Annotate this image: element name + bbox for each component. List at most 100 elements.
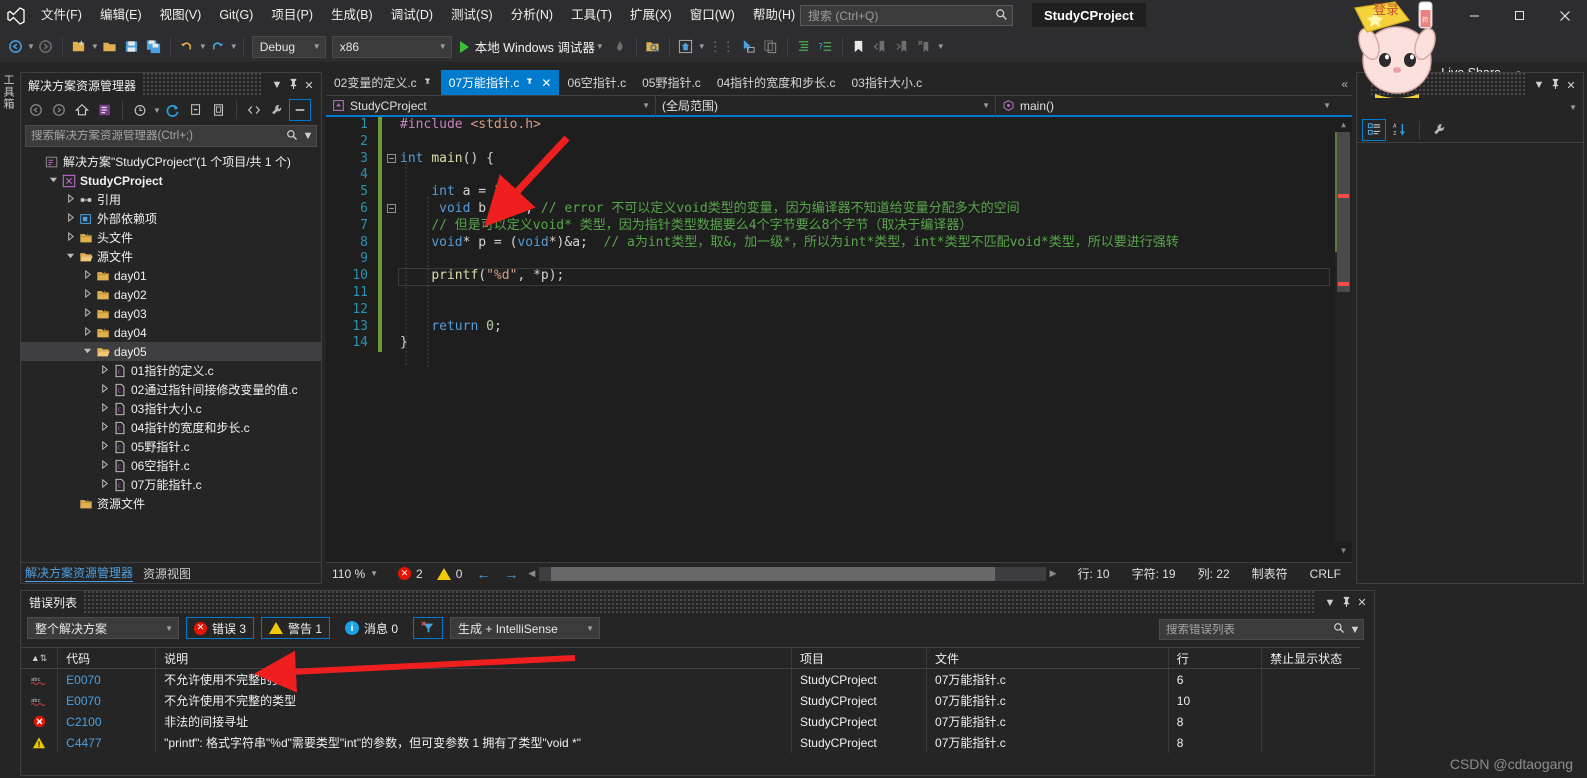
- search-options-chevron-icon[interactable]: ▼: [1347, 624, 1363, 636]
- next-issue-icon[interactable]: →: [504, 566, 518, 582]
- code-line[interactable]: return 0;: [400, 319, 1334, 336]
- hscroll-track[interactable]: [539, 566, 1046, 581]
- column-sort-indicator[interactable]: ▲⇅: [21, 648, 59, 668]
- menu-file[interactable]: 文件(F): [32, 0, 91, 31]
- se-view-code-icon[interactable]: [243, 99, 265, 121]
- error-list-search[interactable]: ▼: [1159, 619, 1364, 640]
- select-tool-icon[interactable]: [738, 35, 760, 59]
- code-line[interactable]: int a = 10;: [400, 184, 1334, 201]
- tree-item-6[interactable]: day01: [21, 266, 321, 285]
- panel-menu-chevron-icon[interactable]: ▼: [1322, 597, 1338, 609]
- tree-twisty-icon[interactable]: [63, 212, 77, 224]
- hscroll-right-arrow-icon[interactable]: ▶: [1046, 568, 1057, 579]
- tree-twisty-icon[interactable]: [80, 269, 94, 281]
- tree-item-8[interactable]: day03: [21, 304, 321, 323]
- alphabetical-icon[interactable]: AZ: [1388, 119, 1412, 141]
- se-collapse-all-icon[interactable]: [185, 99, 207, 121]
- chevron-down-icon[interactable]: ▼: [596, 42, 604, 51]
- scrollbar-thumb[interactable]: [1337, 132, 1350, 292]
- uncomment-lines-icon[interactable]: ?: [815, 35, 837, 59]
- code-line[interactable]: [400, 134, 1334, 151]
- tree-item-9[interactable]: day04: [21, 323, 321, 342]
- search-input[interactable]: [801, 8, 990, 23]
- menu-analyze[interactable]: 分析(N): [502, 0, 562, 31]
- se-home-icon[interactable]: [71, 99, 93, 121]
- menu-build[interactable]: 生成(B): [322, 0, 382, 31]
- fold-toggle[interactable]: [384, 201, 398, 218]
- se-back-icon[interactable]: [25, 99, 47, 121]
- tree-twisty-icon[interactable]: [97, 440, 111, 452]
- properties-wrench-icon[interactable]: [1427, 119, 1451, 141]
- panel-pin-icon[interactable]: [1547, 78, 1563, 92]
- tree-twisty-icon[interactable]: [80, 346, 94, 357]
- message-filter-chip[interactable]: i 消息 0: [337, 617, 406, 639]
- error-filter-chip[interactable]: ✕ 错误 3: [186, 617, 255, 639]
- editor-tab-strip[interactable]: 02变量的定义.c 07万能指针.c ✕ 06空指针.c 05野指针.c 04指针的宽度和…: [326, 70, 1352, 95]
- global-search-box[interactable]: [800, 5, 1013, 26]
- error-list-row[interactable]: C4477 "printf": 格式字符串"%d"需要类型"int"的参数，但可变…: [21, 732, 1374, 753]
- error-code[interactable]: C4477: [58, 732, 157, 753]
- code-text[interactable]: #include <stdio.h> int main() { int a = 1…: [400, 117, 1334, 352]
- editor-tab-3[interactable]: 05野指针.c: [634, 70, 709, 95]
- new-project-icon[interactable]: [68, 35, 90, 59]
- se-properties-wrench-icon[interactable]: [266, 99, 288, 121]
- start-debugging-button[interactable]: 本地 Windows 调试器 ▼: [455, 35, 609, 59]
- clear-bookmarks-icon[interactable]: [914, 35, 936, 59]
- editor-vertical-scrollbar[interactable]: ▲ ▼: [1335, 117, 1352, 558]
- comment-lines-icon[interactable]: [793, 35, 815, 59]
- error-scope-combo[interactable]: 整个解决方案 ▼: [27, 617, 179, 639]
- error-marker[interactable]: [1338, 194, 1349, 198]
- menu-help[interactable]: 帮助(H): [744, 0, 804, 31]
- tree-item-16[interactable]: C 06空指针.c: [21, 456, 321, 475]
- code-line[interactable]: }: [400, 335, 1334, 352]
- solution-explorer-search-input[interactable]: [26, 130, 284, 142]
- error-list-row[interactable]: abc E0070 不允许使用不完整的类型 StudyCProject 07万能指针.c…: [21, 690, 1374, 711]
- save-all-icon[interactable]: [143, 35, 165, 59]
- clear-filter-button[interactable]: [413, 617, 444, 639]
- error-list-vertical-scrollbar[interactable]: [1360, 647, 1374, 775]
- code-line[interactable]: [400, 285, 1334, 302]
- menu-test[interactable]: 测试(S): [442, 0, 502, 31]
- tree-twisty-icon[interactable]: [97, 478, 111, 490]
- open-file-icon[interactable]: [99, 35, 121, 59]
- error-code[interactable]: C2100: [58, 711, 157, 732]
- menu-tools[interactable]: 工具(T): [562, 0, 621, 31]
- tree-item-11[interactable]: C 01指针的定义.c: [21, 361, 321, 380]
- code-line[interactable]: int main() {: [400, 151, 1334, 168]
- se-pending-dropdown-icon[interactable]: ▼: [153, 106, 161, 115]
- tree-twisty-icon[interactable]: [97, 383, 111, 395]
- active-project-chip[interactable]: StudyCProject: [1032, 3, 1146, 27]
- editor-tab-2[interactable]: 06空指针.c: [559, 70, 634, 95]
- navbar-member-dropdown[interactable]: main() ▼: [996, 95, 1336, 117]
- hot-reload-icon[interactable]: [609, 35, 631, 59]
- pin-icon[interactable]: [423, 76, 433, 89]
- toolbar-overflow-icon[interactable]: ▼: [937, 42, 945, 51]
- copy-windows-icon[interactable]: [760, 35, 782, 59]
- error-list-rows[interactable]: abc E0070 不允许使用不完整的类型 StudyCProject 07万能指针.c…: [21, 669, 1374, 753]
- tree-item-13[interactable]: C 03指针大小.c: [21, 399, 321, 418]
- tree-twisty-icon[interactable]: [97, 364, 111, 376]
- properties-object-selector[interactable]: ▼: [1357, 97, 1583, 117]
- panel-close-icon[interactable]: ✕: [1354, 596, 1370, 609]
- error-list-row[interactable]: C2100 非法的间接寻址 StudyCProject 07万能指针.c 8: [21, 711, 1374, 732]
- panel-close-icon[interactable]: ✕: [301, 79, 317, 92]
- tree-twisty-icon[interactable]: [97, 421, 111, 433]
- editor-tab-5[interactable]: 03指针大小.c: [844, 70, 931, 95]
- editor-warning-count[interactable]: 0: [436, 567, 462, 581]
- se-pending-changes-icon[interactable]: [129, 99, 151, 121]
- menu-extensions[interactable]: 扩展(X): [621, 0, 681, 31]
- menu-debug[interactable]: 调试(D): [382, 0, 442, 31]
- panel-menu-chevron-icon[interactable]: ▼: [269, 79, 285, 91]
- menu-project[interactable]: 项目(P): [262, 0, 322, 31]
- editor-horizontal-scrollbar[interactable]: ◀ ▶: [528, 566, 1057, 581]
- navigate-forward-icon[interactable]: [35, 35, 57, 59]
- editor-tab-1[interactable]: 07万能指针.c ✕: [440, 70, 560, 95]
- se-show-all-files-icon[interactable]: [208, 99, 230, 121]
- tree-twisty-icon[interactable]: [63, 193, 77, 205]
- undo-icon[interactable]: [176, 35, 198, 59]
- se-forward-icon[interactable]: [48, 99, 70, 121]
- previous-issue-icon[interactable]: ←: [476, 566, 490, 582]
- error-list-row[interactable]: abc E0070 不允许使用不完整的类型 StudyCProject 07万能指针.c…: [21, 669, 1374, 690]
- tree-item-0[interactable]: 解决方案"StudyCProject"(1 个项目/共 1 个): [21, 152, 321, 171]
- new-dropdown-icon[interactable]: ▼: [91, 42, 99, 51]
